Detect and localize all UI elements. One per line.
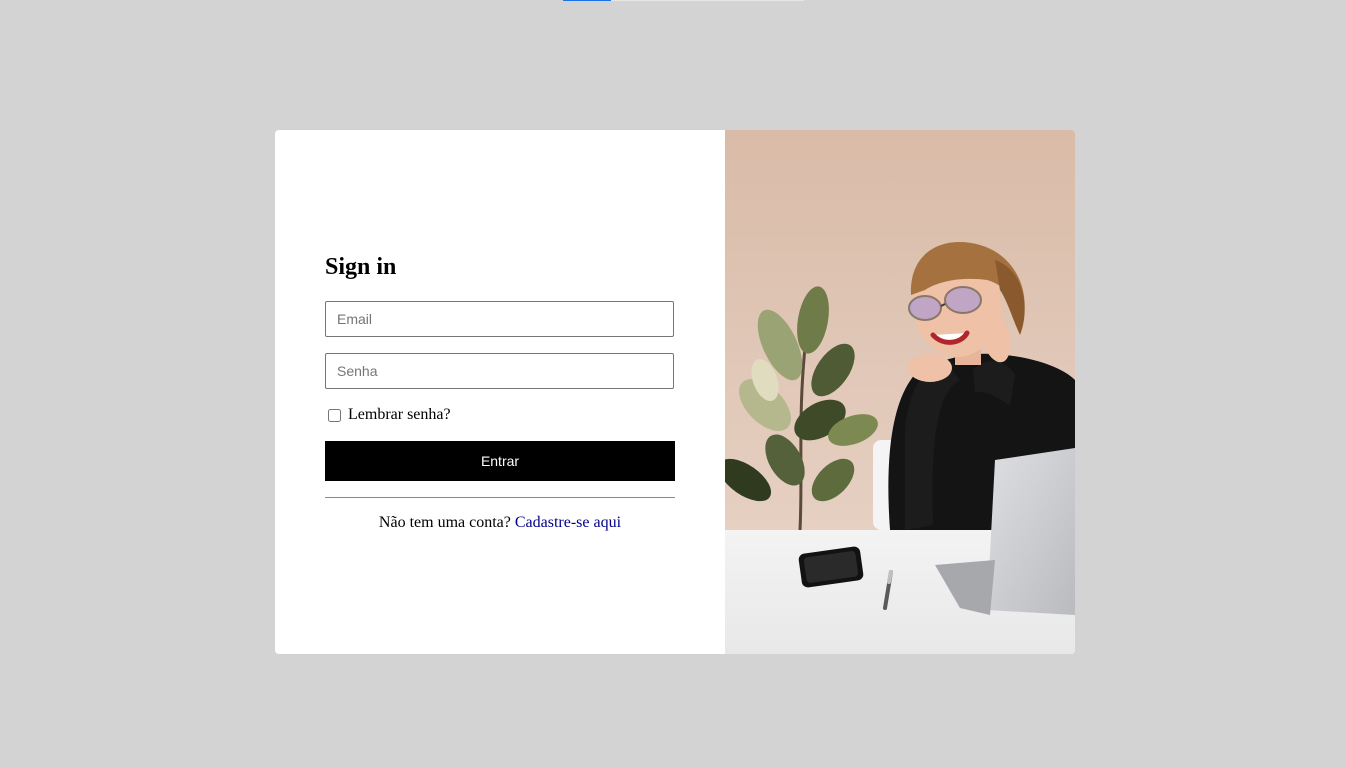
hero-photo [725,130,1075,654]
remember-password-checkbox[interactable] [328,408,341,422]
divider [325,497,675,498]
remember-password-label: Lembrar senha? [348,406,451,423]
signup-link[interactable]: Cadastre-se aqui [515,514,621,531]
signup-prompt: Não tem uma conta? [378,514,511,531]
submit-button[interactable]: Entrar [325,441,675,481]
email-field[interactable] [325,301,674,337]
page-title: Sign in [325,254,397,280]
top-progress-bar [563,0,804,1]
remember-password-option[interactable]: Lembrar senha? [327,406,451,424]
signin-form: Sign in Lembrar senha? Entrar Não tem um… [275,130,725,654]
top-progress-fill [563,0,611,1]
signin-card: Sign in Lembrar senha? Entrar Não tem um… [275,130,1075,654]
password-field[interactable] [325,353,674,389]
signup-row: Não tem uma conta? Cadastre-se aqui [325,514,675,532]
